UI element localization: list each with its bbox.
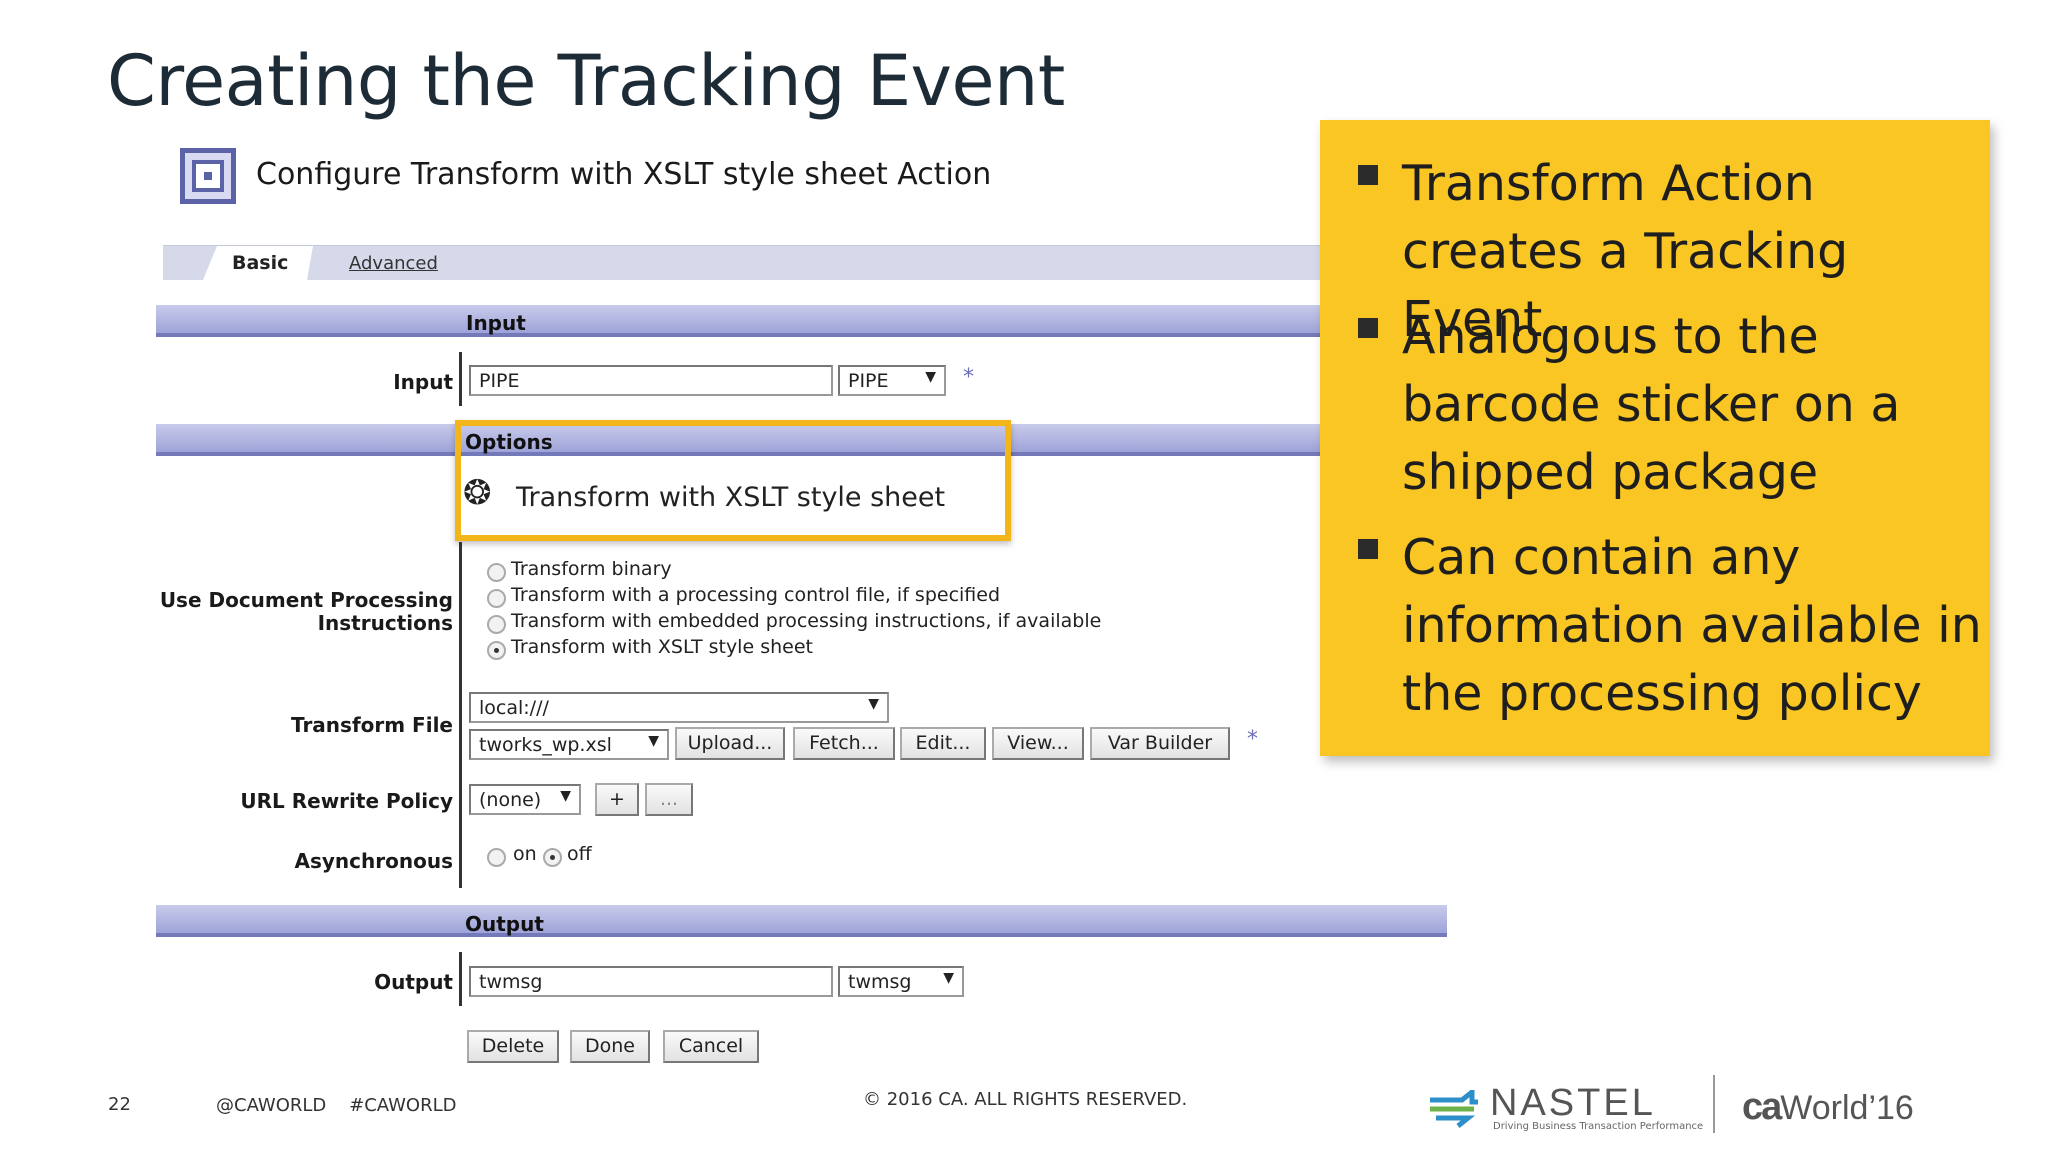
chevron-down-icon: ▼	[925, 369, 936, 385]
radio-transform-binary[interactable]	[487, 563, 506, 582]
required-marker: *	[1247, 727, 1258, 752]
input-label: Input	[393, 370, 453, 394]
input-context-field[interactable]: PIPE	[469, 365, 833, 396]
radio-async-off[interactable]	[543, 848, 562, 867]
transform-icon: ❂	[463, 473, 492, 513]
output-section-title: Output	[465, 912, 544, 936]
url-rewrite-policy-select[interactable]: (none) ▼	[469, 784, 581, 815]
delete-button[interactable]: Delete	[467, 1030, 559, 1063]
edit-policy-button[interactable]: ...	[645, 783, 693, 816]
transform-action-label: Transform with XSLT style sheet	[516, 482, 946, 513]
ca-mark: ca	[1742, 1086, 1782, 1128]
radio-label: Transform binary	[511, 558, 672, 580]
url-rewrite-policy-label: URL Rewrite Policy	[240, 789, 453, 813]
output-label: Output	[374, 970, 453, 994]
fetch-button[interactable]: Fetch...	[793, 727, 895, 760]
nastel-logo-icon	[1430, 1090, 1478, 1128]
page-number: 22	[108, 1094, 131, 1115]
transform-file-location-value: local:///	[479, 697, 549, 719]
chevron-down-icon: ▼	[943, 970, 954, 986]
use-doc-processing-label-line1: Use Document Processing	[159, 588, 453, 612]
nastel-logo-text: NASTEL	[1490, 1082, 1656, 1124]
radio-label: Transform with XSLT style sheet	[511, 636, 813, 658]
divider	[459, 352, 462, 406]
cancel-button[interactable]: Cancel	[663, 1030, 759, 1063]
nastel-tagline: Driving Business Transaction Performance	[1493, 1121, 1704, 1132]
radio-xslt-style-sheet[interactable]	[487, 641, 506, 660]
tab-advanced[interactable]: Advanced	[349, 253, 438, 274]
tab-strip	[163, 245, 1320, 280]
done-button[interactable]: Done	[570, 1030, 650, 1063]
divider	[459, 542, 462, 888]
add-policy-button[interactable]: +	[595, 783, 639, 816]
ca-world-logo: caWorld’16	[1742, 1086, 1914, 1129]
bullet-icon	[1358, 165, 1378, 185]
output-context-field[interactable]: twmsg	[469, 966, 833, 997]
input-context-select[interactable]: PIPE ▼	[838, 365, 946, 396]
footer-hashtags: @CAWORLD #CAWORLD	[216, 1095, 457, 1116]
slide-title: Creating the Tracking Event	[107, 40, 1065, 122]
radio-async-on[interactable]	[487, 848, 506, 867]
transform-file-value: tworks_wp.xsl	[479, 734, 612, 756]
logo-divider	[1713, 1075, 1715, 1133]
upload-button[interactable]: Upload...	[675, 727, 785, 760]
output-context-select-value: twmsg	[848, 971, 912, 993]
output-section-header	[156, 905, 1447, 937]
action-config-icon	[180, 148, 236, 204]
input-context-select-value: PIPE	[848, 370, 889, 392]
input-section-title: Input	[466, 311, 526, 335]
divider	[459, 952, 462, 1006]
radio-label: Transform with a processing control file…	[511, 584, 1001, 606]
bullet-icon	[1358, 539, 1378, 559]
transform-file-label: Transform File	[291, 713, 453, 737]
dialog-title: Configure Transform with XSLT style shee…	[256, 157, 992, 192]
chevron-down-icon: ▼	[868, 696, 879, 712]
use-doc-processing-label-line2: Instructions	[317, 611, 453, 635]
output-context-select[interactable]: twmsg ▼	[838, 966, 964, 997]
callout-bullet: Analogous to the barcode sticker on a sh…	[1402, 308, 1901, 501]
view-button[interactable]: View...	[992, 727, 1084, 760]
edit-button[interactable]: Edit...	[900, 727, 986, 760]
radio-label: Transform with embedded processing instr…	[511, 610, 1102, 632]
async-off-label: off	[567, 843, 592, 865]
copyright: © 2016 CA. ALL RIGHTS RESERVED.	[863, 1089, 1188, 1110]
bullet-icon	[1358, 318, 1378, 338]
highlight-box	[455, 420, 1011, 541]
async-on-label: on	[513, 843, 537, 865]
required-marker: *	[963, 365, 974, 390]
ca-world-text: World’16	[1780, 1089, 1914, 1127]
callout-bullet: Can contain any information available in…	[1402, 529, 1982, 722]
transform-file-location-select[interactable]: local:/// ▼	[469, 692, 889, 723]
input-section-header	[156, 305, 1320, 337]
radio-processing-control-file[interactable]	[487, 589, 506, 608]
asynchronous-label: Asynchronous	[294, 849, 453, 873]
transform-file-select[interactable]: tworks_wp.xsl ▼	[469, 729, 669, 760]
chevron-down-icon: ▼	[648, 733, 659, 749]
url-rewrite-policy-value: (none)	[479, 789, 542, 811]
chevron-down-icon: ▼	[560, 788, 571, 804]
radio-embedded-instructions[interactable]	[487, 615, 506, 634]
tab-basic-label[interactable]: Basic	[232, 252, 288, 274]
var-builder-button[interactable]: Var Builder	[1090, 727, 1230, 760]
